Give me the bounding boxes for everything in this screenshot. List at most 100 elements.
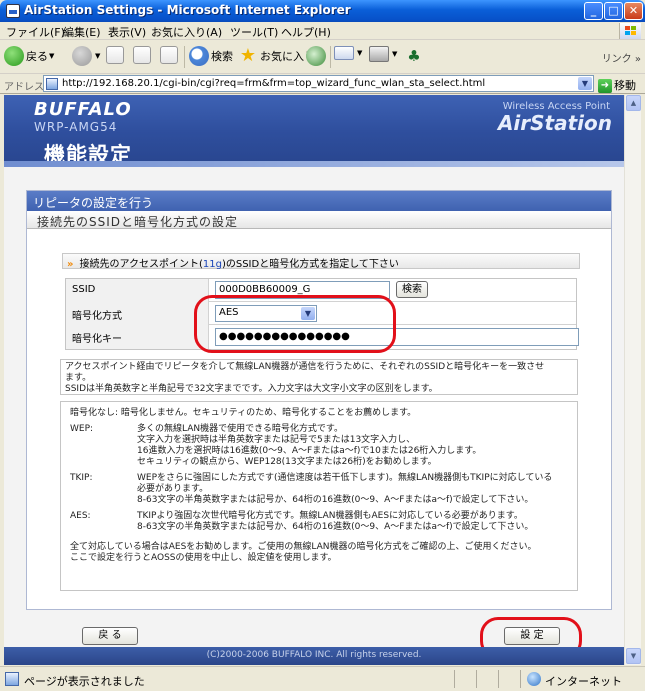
encryption-help: 暗号化なし: 暗号化しません。セキュリティのため、暗号化することをお薦めします。… [60, 401, 578, 591]
menu-view[interactable]: 表示(V) [108, 24, 146, 40]
header-stripe [4, 161, 624, 167]
address-input[interactable]: http://192.168.20.1/cgi-bin/cgi?req=frm&… [43, 75, 594, 92]
instruction-prefix: 接続先のアクセスポイント( [79, 259, 203, 270]
windows-logo-icon [619, 23, 641, 39]
help-aes-line: 8-63文字の半角英数字または記号か、64桁の16進数(0〜9、A〜Fまたはa〜… [137, 522, 534, 532]
menu-help[interactable]: ヘルプ(H) [281, 24, 331, 40]
help-aes-label: AES: [70, 511, 91, 521]
help-aes-line: TKIPより強固な次世代暗号化方式です。無線LAN機器側もAESに対応している必… [137, 511, 523, 521]
status-cell [454, 670, 476, 688]
help-wep-label: WEP: [70, 424, 94, 434]
history-button[interactable] [306, 46, 328, 68]
help-footer-line: 全て対応している場合はAESをお勧めします。ご使用の無線LAN機器の暗号化方式を… [70, 542, 537, 552]
instruction-highlight: 11g [202, 259, 222, 270]
print-button[interactable]: ▼ [369, 46, 397, 68]
mail-button[interactable]: ▼ [334, 46, 362, 68]
ssid-description: アクセスポイント経由でリピータを介して無線LAN機器が通信を行うために、それぞれ… [60, 359, 578, 395]
go-arrow-icon: ➜ [598, 79, 612, 93]
security-zone: インターネット [520, 670, 638, 688]
close-button[interactable]: ✕ [624, 2, 643, 20]
ssid-label: SSID [66, 279, 209, 302]
refresh-button[interactable] [133, 46, 153, 68]
menu-favorites[interactable]: お気に入り(A) [151, 24, 222, 40]
scroll-up-icon[interactable]: ▲ [626, 95, 641, 111]
ie-app-icon [6, 4, 20, 18]
address-url: http://192.168.20.1/cgi-bin/cgi?req=frm&… [62, 78, 486, 89]
encryption-label: 暗号化方式 [66, 302, 209, 325]
stop-button[interactable] [106, 46, 126, 68]
section-subtitle: 接続先のSSIDと暗号化方式の設定 [27, 211, 611, 229]
menu-edit[interactable]: 編集(E) [63, 24, 101, 40]
maximize-button[interactable]: □ [604, 2, 623, 20]
go-button[interactable]: ➜ 移動 [598, 77, 636, 93]
minimize-button[interactable]: _ [584, 2, 603, 20]
forward-button[interactable]: ▼ [72, 46, 100, 68]
favorites-button[interactable]: ★ お気に入り [238, 46, 315, 68]
status-cell [476, 670, 498, 688]
menu-file[interactable]: ファイル(F) [6, 24, 65, 40]
window-title: AirStation Settings - Microsoft Internet… [24, 3, 351, 17]
help-tkip-label: TKIP: [70, 473, 93, 483]
search-label: 検索 [211, 50, 233, 63]
help-wep-line: 16進数入力を選択時は16進数(0〜9、A〜Fまたはa〜f)で10または26桁入… [137, 446, 482, 456]
status-text: ページが表示されました [24, 675, 145, 688]
help-wep-line: セキュリティの観点から、WEP128(13文字または26桁)をお勧めします。 [137, 457, 437, 467]
toolbar-separator [184, 46, 185, 68]
toolbar-separator [330, 46, 331, 68]
key-label: 暗号化キー [66, 325, 209, 349]
submit-button[interactable]: 設 定 [504, 627, 560, 645]
page-icon [46, 78, 58, 90]
address-bar: アドレス(D) http://192.168.20.1/cgi-bin/cgi?… [0, 74, 645, 94]
home-icon [160, 46, 178, 64]
dropdown-arrow-icon[interactable]: ▼ [357, 49, 362, 57]
messenger-icon: ♣ [407, 47, 421, 65]
menu-bar: ファイル(F) 編集(E) 表示(V) お気に入り(A) ツール(T) ヘルプ(… [0, 22, 645, 40]
scroll-down-icon[interactable]: ▼ [626, 648, 641, 664]
header-banner: BUFFALO WRP-AMG54 Wireless Access Point … [4, 95, 624, 167]
links-label[interactable]: リンク » [602, 50, 641, 65]
search-ssid-button[interactable]: 検索 [396, 281, 428, 298]
dropdown-arrow-icon[interactable]: ▼ [95, 52, 100, 60]
highlight-circle-encryption [194, 295, 396, 353]
help-wep-line: 文字入力を選択時は半角英数字または記号で5または13文字入力し、 [137, 435, 416, 445]
section-title: リピータの設定を行う [27, 191, 611, 211]
menu-tools[interactable]: ツール(T) [230, 24, 278, 40]
status-cell [498, 670, 520, 688]
forward-arrow-icon [72, 46, 92, 66]
chevron-down-icon[interactable]: ▼ [578, 77, 592, 90]
stop-icon [106, 46, 124, 64]
mail-icon [334, 46, 354, 60]
internet-globe-icon [527, 672, 541, 686]
search-button[interactable]: 検索 [189, 46, 233, 68]
instruction-bar: » 接続先のアクセスポイント(11g)のSSIDと暗号化方式を指定して下さい [62, 253, 580, 270]
help-tkip-line: 8-63文字の半角英数字または記号か、64桁の16進数(0〜9、A〜Fまたはa〜… [137, 495, 534, 505]
page-content: BUFFALO WRP-AMG54 Wireless Access Point … [4, 95, 624, 665]
double-chevron-icon: » [67, 259, 74, 270]
dropdown-arrow-icon[interactable]: ▼ [49, 52, 54, 60]
help-footer-line: ここで設定を行うとAOSSの使用を中止し、設定値を使用します。 [70, 553, 337, 563]
dropdown-arrow-icon[interactable]: ▼ [392, 50, 397, 58]
window-titlebar[interactable]: AirStation Settings - Microsoft Internet… [0, 0, 645, 22]
search-icon [189, 46, 209, 66]
page-done-icon [5, 672, 19, 686]
back-arrow-icon [4, 46, 24, 66]
model-name: WRP-AMG54 [34, 120, 118, 134]
vertical-scrollbar[interactable]: ▲ ▼ [624, 95, 641, 665]
description-line: ます。 [65, 373, 92, 383]
chevron-right-icon[interactable]: » [635, 54, 641, 65]
back-label: 戻る [26, 50, 48, 63]
help-none: 暗号化なし: 暗号化しません。セキュリティのため、暗号化することをお薦めします。 [70, 408, 417, 418]
back-page-button[interactable]: 戻 る [82, 627, 138, 645]
home-button[interactable] [160, 46, 180, 68]
brand-logo: BUFFALO [34, 99, 132, 120]
history-icon [306, 46, 326, 66]
refresh-icon [133, 46, 151, 64]
print-icon [369, 46, 389, 62]
help-tkip-line: WEPをさらに強固にした方式です(通信速度は若干低下します)。無線LAN機器側も… [137, 473, 553, 483]
help-tkip-line: 必要があります。 [137, 484, 209, 494]
star-icon: ★ [239, 45, 257, 66]
messenger-button[interactable]: ♣ [404, 46, 426, 68]
back-button[interactable]: 戻る▼ [4, 46, 54, 68]
settings-panel: リピータの設定を行う 接続先のSSIDと暗号化方式の設定 » 接続先のアクセスポイ… [26, 190, 612, 610]
description-line: アクセスポイント経由でリピータを介して無線LAN機器が通信を行うために、それぞれ… [65, 362, 545, 372]
